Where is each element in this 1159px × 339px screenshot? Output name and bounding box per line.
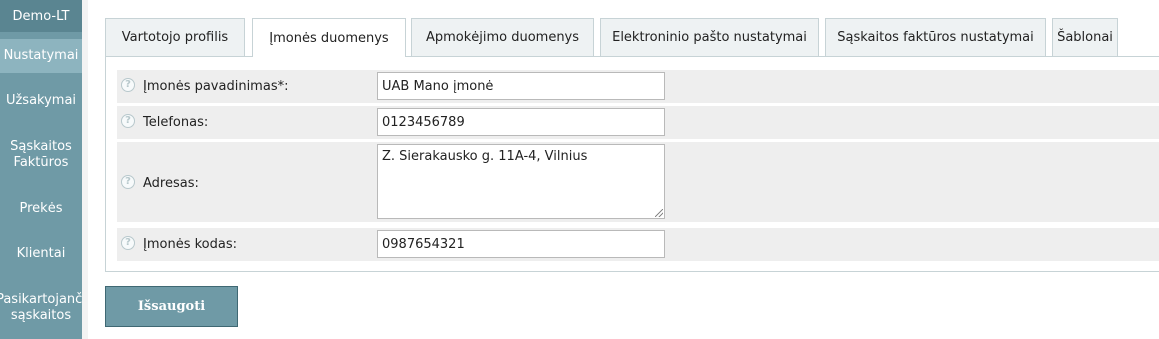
sidebar-item-settings[interactable]: Nustatymai	[0, 39, 82, 73]
form-row-company-code: ? Įmonės kodas:	[117, 228, 1159, 261]
sidebar-item-recurring-invoices[interactable]: Pasikartojanči sąskaitos	[0, 289, 82, 327]
help-icon[interactable]: ?	[121, 78, 135, 92]
help-icon[interactable]: ?	[121, 114, 135, 128]
tab-payment-data[interactable]: Apmokėjimo duomenys	[411, 18, 594, 56]
company-code-input[interactable]	[377, 230, 665, 258]
tab-email-settings[interactable]: Elektroninio pašto nustatymai	[600, 18, 819, 56]
phone-label: Telefonas:	[143, 115, 209, 130]
form-row-company-name: ? Įmonės pavadinimas*:	[117, 70, 1159, 103]
sidebar-item-clients[interactable]: Klientai	[0, 237, 82, 271]
tab-invoice-settings[interactable]: Sąskaitos faktūros nustatymai	[825, 18, 1046, 56]
address-label: Adresas:	[143, 176, 199, 191]
address-field-wrapper: Z. Sierakausko g. 11A-4, Vilnius	[377, 144, 665, 219]
form-row-phone: ? Telefonas:	[117, 106, 1159, 139]
tab-user-profile[interactable]: Vartotojo profilis	[105, 18, 245, 56]
sidebar: Demo-LT Nustatymai Užsakymai Sąskaitos F…	[0, 0, 82, 339]
address-textarea[interactable]: Z. Sierakausko g. 11A-4, Vilnius	[377, 144, 665, 219]
form-row-address: ? Adresas: Z. Sierakausko g. 11A-4, Viln…	[117, 142, 1159, 222]
sidebar-item-invoices[interactable]: Sąskaitos Faktūros	[0, 136, 82, 174]
company-name-label: Įmonės pavadinimas*:	[143, 79, 289, 94]
sidebar-item-orders[interactable]: Užsakymai	[0, 84, 82, 118]
company-code-label: Įmonės kodas:	[143, 237, 237, 252]
sidebar-item-products[interactable]: Prekės	[0, 193, 82, 225]
help-icon[interactable]: ?	[121, 236, 135, 250]
tab-company-data[interactable]: Įmonės duomenys	[252, 18, 406, 57]
phone-input[interactable]	[377, 108, 665, 136]
company-name-input[interactable]	[377, 72, 665, 100]
brand-label[interactable]: Demo-LT	[0, 0, 82, 32]
save-button[interactable]: Išsaugoti	[105, 286, 238, 327]
sidebar-gutter	[82, 0, 88, 339]
help-icon[interactable]: ?	[121, 175, 135, 189]
tab-templates[interactable]: Šablonai	[1052, 18, 1118, 56]
